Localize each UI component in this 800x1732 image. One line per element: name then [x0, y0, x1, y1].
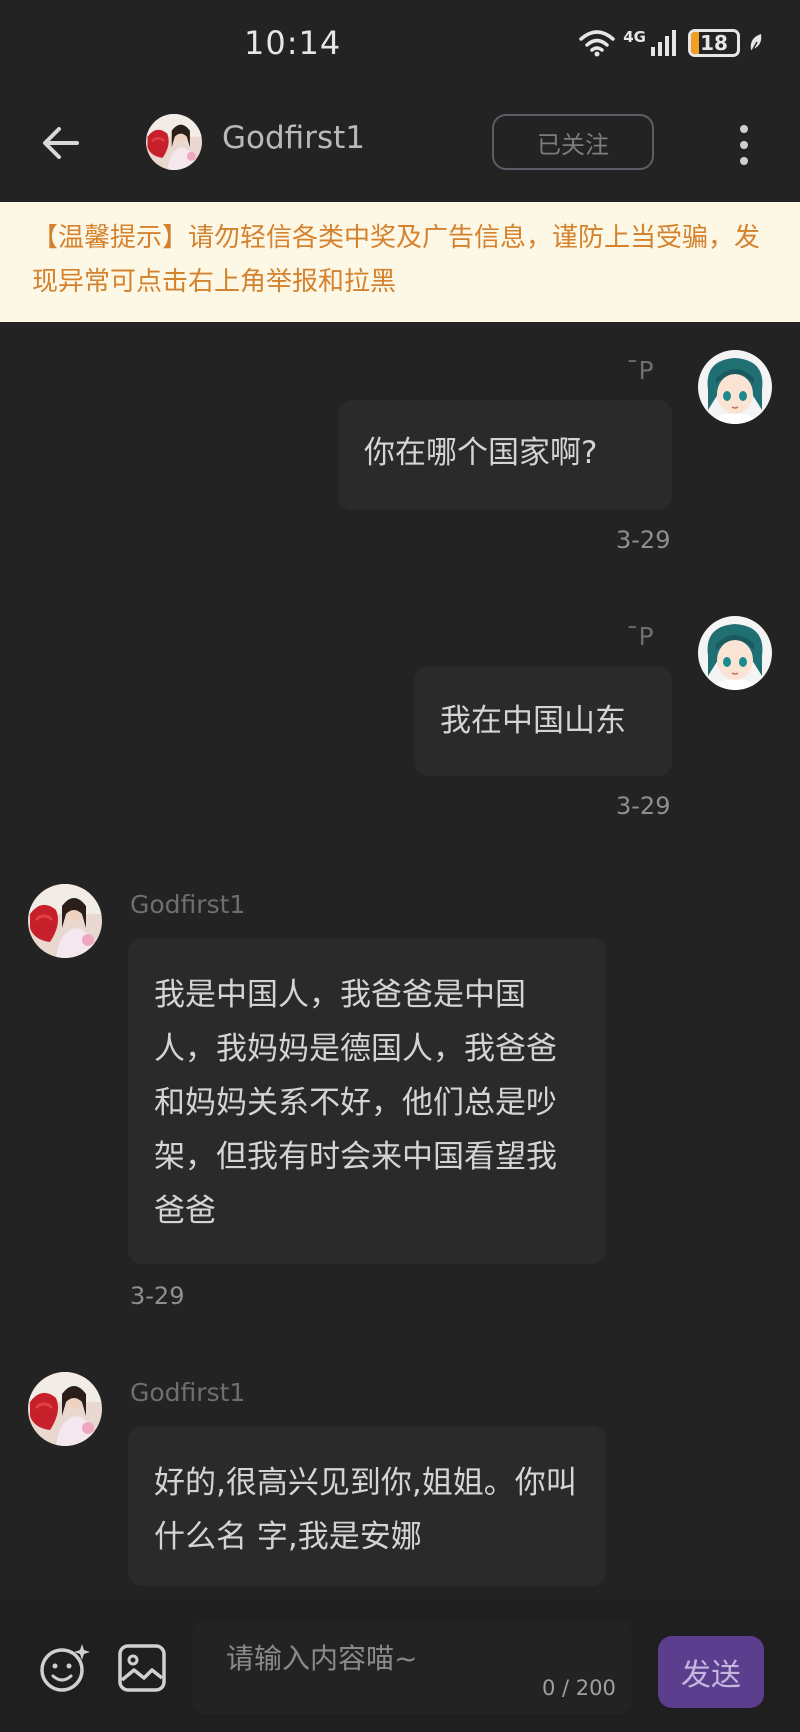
- contact-avatar-image: [28, 884, 102, 958]
- sender-name: Godfirst1: [130, 890, 246, 919]
- self-avatar[interactable]: [698, 616, 772, 690]
- leaf-icon: [750, 34, 762, 54]
- emoji-button[interactable]: [38, 1642, 90, 1694]
- image-button[interactable]: [116, 1642, 168, 1694]
- status-time: 10:14: [244, 24, 342, 62]
- message-time: 3-29: [616, 792, 671, 820]
- sender-name-self: ¯P: [626, 622, 654, 651]
- message-bubble[interactable]: 好的,很高兴见到你,姐姐。你叫什么名 字,我是安娜: [128, 1426, 606, 1586]
- status-bar: 10:14 4G 18: [0, 0, 800, 90]
- contact-avatar[interactable]: [146, 114, 202, 170]
- more-vertical-icon: [740, 125, 748, 165]
- status-icons: 4G 18: [579, 26, 764, 60]
- image-icon: [118, 1644, 166, 1692]
- emoji-sparkle-icon: [40, 1644, 90, 1692]
- follow-button[interactable]: 已关注: [492, 114, 654, 170]
- contact-name: Godfirst1: [222, 120, 365, 156]
- message-bubble[interactable]: 我是中国人，我爸爸是中国人，我妈妈是德国人，我爸爸和妈妈关系不好，他们总是吵架，…: [128, 938, 606, 1264]
- signal-icon: [651, 30, 676, 56]
- network-type-label: 4G: [623, 28, 646, 46]
- sender-name-self: ¯P: [626, 356, 654, 385]
- contact-avatar-image: [146, 114, 202, 170]
- input-bar: 0 / 200 发送: [0, 1600, 800, 1732]
- message-bubble[interactable]: 你在哪个国家啊?: [338, 400, 672, 510]
- back-button[interactable]: [36, 118, 86, 168]
- safety-notice-banner: 【温馨提示】请勿轻信各类中奖及广告信息，谨防上当受骗，发现异常可点击右上角举报和…: [0, 202, 800, 322]
- battery-icon: 18: [688, 29, 740, 57]
- battery-level: 18: [700, 31, 728, 55]
- self-avatar[interactable]: [698, 350, 772, 424]
- message-time: 3-29: [616, 526, 671, 554]
- contact-avatar[interactable]: [28, 1372, 102, 1446]
- wifi-icon: [579, 30, 615, 57]
- sender-name: Godfirst1: [130, 1378, 246, 1407]
- more-options-button[interactable]: [724, 120, 764, 170]
- contact-avatar[interactable]: [28, 884, 102, 958]
- contact-avatar-image: [28, 1372, 102, 1446]
- send-button[interactable]: 发送: [658, 1636, 764, 1708]
- arrow-left-icon: [43, 127, 79, 159]
- battery-fill: [691, 32, 700, 54]
- self-avatar-image: [698, 350, 772, 424]
- chat-header: Godfirst1 已关注: [0, 90, 800, 202]
- char-count: 0 / 200: [542, 1676, 616, 1700]
- message-time: 3-29: [130, 1282, 185, 1310]
- self-avatar-image: [698, 616, 772, 690]
- message-bubble[interactable]: 我在中国山东: [414, 666, 672, 776]
